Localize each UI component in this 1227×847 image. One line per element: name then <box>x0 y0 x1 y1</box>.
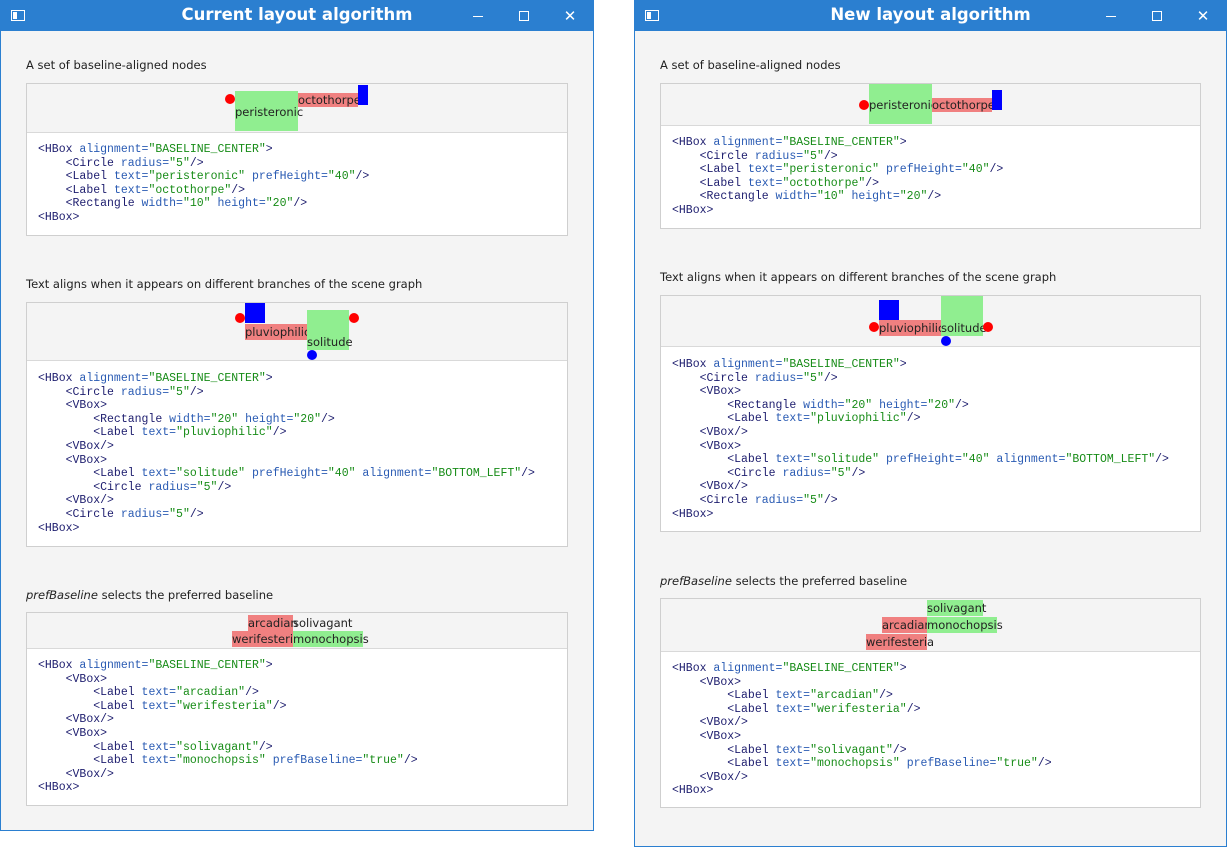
label-arcadian: arcadian <box>248 615 298 631</box>
label-pluviophilic: pluviophilic <box>879 320 945 336</box>
close-button[interactable]: ✕ <box>1180 1 1226 31</box>
close-button[interactable]: ✕ <box>547 1 593 31</box>
example-panel-2: pluviophilic solitude <HBox alignment="B… <box>26 302 568 547</box>
example-panel-1: peristeronic octothorpe <HBox alignment=… <box>660 83 1201 229</box>
label-pluviophilic: pluviophilic <box>245 324 311 340</box>
caption-pref-baseline: prefBaseline selects the preferred basel… <box>26 588 273 602</box>
window-current-layout: Current layout algorithm ✕ A set of base… <box>0 0 594 831</box>
close-icon: ✕ <box>563 7 577 25</box>
label-solivagant: solivagant <box>927 600 987 616</box>
label-monochopsis: monochopsis <box>293 631 369 647</box>
minimize-icon <box>473 15 483 17</box>
blue-circle <box>941 336 951 346</box>
label-solitude: solitude <box>307 310 353 350</box>
label-werifesteria: werifesteria <box>866 634 935 650</box>
title-bar[interactable]: New layout algorithm ✕ <box>635 1 1226 31</box>
caption-pref-baseline-rest: selects the preferred baseline <box>731 574 908 588</box>
title-bar[interactable]: Current layout algorithm ✕ <box>1 1 593 31</box>
maximize-icon <box>519 11 529 21</box>
maximize-button[interactable] <box>1134 1 1180 31</box>
window-new-layout: New layout algorithm ✕ A set of baseline… <box>634 0 1227 847</box>
demo-area-3: solivagant arcadian monochopsis werifest… <box>661 599 1200 652</box>
caption-baseline-aligned: A set of baseline-aligned nodes <box>660 58 841 72</box>
caption-text-aligns: Text aligns when it appears on different… <box>26 277 423 291</box>
code-sample-1: <HBox alignment="BASELINE_CENTER"> <Circ… <box>38 143 370 224</box>
blue-square <box>245 303 265 323</box>
red-circle <box>859 100 869 110</box>
code-sample-1: <HBox alignment="BASELINE_CENTER"> <Circ… <box>672 136 1004 217</box>
label-monochopsis: monochopsis <box>927 617 1003 633</box>
label-werifesteria: werifesteria <box>232 631 301 647</box>
red-circle-right <box>983 322 993 332</box>
demo-area-2: pluviophilic solitude <box>661 296 1200 347</box>
caption-pref-baseline-em: prefBaseline <box>660 574 732 588</box>
code-sample-3: <HBox alignment="BASELINE_CENTER"> <VBox… <box>38 659 418 795</box>
label-arcadian: arcadian <box>882 617 932 633</box>
close-icon: ✕ <box>1196 7 1210 25</box>
label-solivagant: solivagant <box>293 616 353 630</box>
label-octothorpe: octothorpe <box>298 93 361 107</box>
demo-area-1: peristeronic octothorpe <box>661 84 1200 126</box>
label-peristeronic: peristeronic <box>235 91 303 131</box>
demo-area-1: peristeronic octothorpe <box>27 84 567 133</box>
maximize-icon <box>1152 11 1162 21</box>
blue-circle <box>307 350 317 360</box>
red-circle-left <box>235 313 245 323</box>
blue-rectangle <box>358 85 368 105</box>
example-panel-3: solivagant arcadian monochopsis werifest… <box>660 598 1201 808</box>
red-circle-left <box>869 322 879 332</box>
demo-area-3: arcadian werifesteria solivagant monocho… <box>27 613 567 649</box>
demo-area-2: pluviophilic solitude <box>27 303 567 361</box>
caption-pref-baseline: prefBaseline selects the preferred basel… <box>660 574 907 588</box>
code-sample-3: <HBox alignment="BASELINE_CENTER"> <VBox… <box>672 662 1052 798</box>
caption-text-aligns: Text aligns when it appears on different… <box>660 270 1057 284</box>
example-panel-3: arcadian werifesteria solivagant monocho… <box>26 612 568 806</box>
minimize-icon <box>1106 15 1116 17</box>
minimize-button[interactable] <box>1088 1 1134 31</box>
blue-square <box>879 300 899 320</box>
example-panel-2: pluviophilic solitude <HBox alignment="B… <box>660 295 1201 532</box>
example-panel-1: peristeronic octothorpe <HBox alignment=… <box>26 83 568 236</box>
minimize-button[interactable] <box>455 1 501 31</box>
caption-pref-baseline-rest: selects the preferred baseline <box>97 588 274 602</box>
caption-pref-baseline-em: prefBaseline <box>26 588 98 602</box>
maximize-button[interactable] <box>501 1 547 31</box>
label-octothorpe: octothorpe <box>932 98 995 112</box>
code-sample-2: <HBox alignment="BASELINE_CENTER"> <Circ… <box>672 358 1169 521</box>
red-circle-right <box>349 313 359 323</box>
red-circle <box>225 94 235 104</box>
label-peristeronic: peristeronic <box>869 84 937 124</box>
code-sample-2: <HBox alignment="BASELINE_CENTER"> <Circ… <box>38 372 535 535</box>
caption-baseline-aligned: A set of baseline-aligned nodes <box>26 58 207 72</box>
label-solitude: solitude <box>941 296 987 336</box>
blue-rectangle <box>992 90 1002 110</box>
